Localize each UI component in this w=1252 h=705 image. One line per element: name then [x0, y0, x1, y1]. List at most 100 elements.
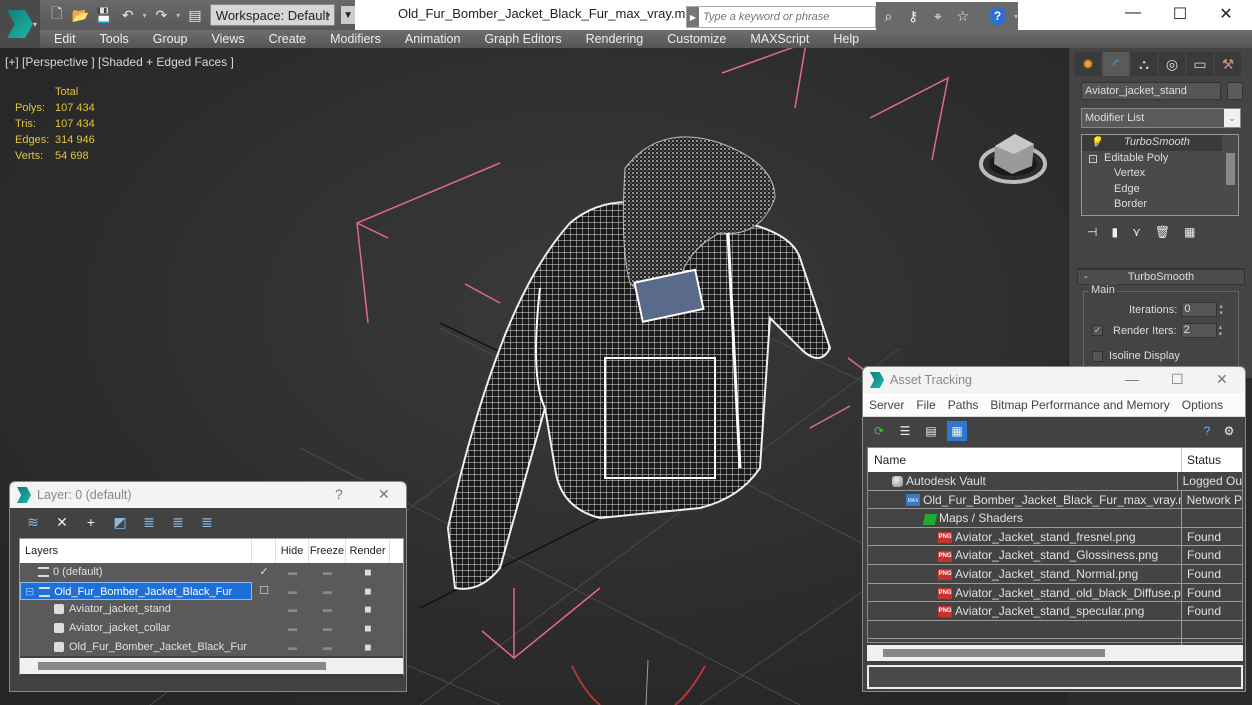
redo-icon[interactable]: ↷	[153, 6, 171, 24]
close-button[interactable]: ✕	[378, 486, 390, 503]
help-button[interactable]: ?	[335, 486, 343, 502]
maximize-button[interactable]: ☐	[1165, 4, 1195, 24]
motion-icon[interactable]: ◎	[1159, 52, 1185, 76]
menu-help[interactable]: Help	[821, 32, 871, 46]
utilities-icon[interactable]: ⚒	[1215, 52, 1241, 76]
create-layer-icon[interactable]: ≋	[24, 513, 42, 531]
minimize-button[interactable]: —	[1118, 4, 1148, 24]
delete-layer-icon[interactable]: ✕	[53, 513, 71, 531]
stack-subobject-vertex[interactable]: Vertex	[1082, 166, 1238, 182]
select-objects-icon[interactable]: ◩	[111, 513, 129, 531]
help-icon[interactable]: ?	[1197, 421, 1217, 441]
select-layer-icon[interactable]: ≣	[140, 513, 158, 531]
search-expand-icon[interactable]: ▶	[687, 7, 699, 27]
menu-customize[interactable]: Customize	[655, 32, 738, 46]
configure-modifier-sets-icon[interactable]: ▦	[1184, 225, 1195, 239]
current-layer-check[interactable]: ☐	[252, 582, 276, 601]
hierarchy-icon[interactable]: ⛬	[1131, 52, 1157, 76]
render-toggle[interactable]: ◼	[346, 600, 390, 619]
menu-views[interactable]: Views	[199, 32, 256, 46]
collapse-icon[interactable]: -	[1089, 154, 1097, 163]
render-toggle[interactable]: ◼	[346, 619, 390, 638]
help-dropdown-icon[interactable]: ▾	[1014, 12, 1018, 21]
create-icon[interactable]: ✹	[1075, 52, 1101, 76]
menu-maxscript[interactable]: MAXScript	[738, 32, 821, 46]
menu-paths[interactable]: Paths	[942, 398, 985, 412]
menu-options[interactable]: Options	[1176, 398, 1229, 412]
menu-modifiers[interactable]: Modifiers	[318, 32, 393, 46]
close-button[interactable]: ✕	[1216, 371, 1228, 388]
customize-toolbar-button[interactable]: ▼	[341, 6, 355, 24]
search-box[interactable]: ▶	[686, 6, 876, 28]
satellite-icon[interactable]: ⌖	[930, 8, 947, 25]
freeze-toggle[interactable]: ▬	[309, 563, 346, 582]
undo-icon[interactable]: ↶	[119, 6, 137, 24]
menu-server[interactable]: Server	[863, 398, 910, 412]
minimize-button[interactable]: —	[1125, 371, 1139, 387]
menu-rendering[interactable]: Rendering	[574, 32, 656, 46]
menu-graph-editors[interactable]: Graph Editors	[472, 32, 573, 46]
stack-subobject-border[interactable]: Border	[1082, 197, 1238, 213]
freeze-toggle[interactable]: ▬	[309, 600, 346, 619]
star-icon[interactable]: ☆	[954, 8, 971, 25]
save-icon[interactable]: 💾	[95, 6, 113, 24]
hide-toggle[interactable]: ▬	[276, 563, 309, 582]
render-iters-spinner[interactable]: 2	[1180, 323, 1217, 338]
menu-animation[interactable]: Animation	[393, 32, 473, 46]
pin-stack-icon[interactable]: ⊣	[1087, 225, 1097, 239]
path-field[interactable]	[867, 665, 1243, 689]
layer-properties-icon[interactable]: ≣	[198, 513, 216, 531]
render-toggle[interactable]: ◼	[346, 582, 390, 601]
render-iters-checkbox[interactable]: ✓	[1092, 325, 1103, 336]
menu-group[interactable]: Group	[141, 32, 200, 46]
asset-row[interactable]: PNG Aviator_Jacket_stand_Glossiness.png F…	[868, 546, 1242, 565]
add-to-layer-icon[interactable]: +	[82, 513, 100, 531]
object-row[interactable]: Old_Fur_Bomber_Jacket_Black_Fur ▬ ▬ ◼	[20, 637, 403, 657]
asset-row[interactable]: PNG Aviator_Jacket_stand_old_black_Diffus…	[868, 583, 1242, 603]
display-icon[interactable]: ▭	[1187, 52, 1213, 76]
asset-row[interactable]: PNG Aviator_Jacket_stand_fresnel.png Foun…	[868, 527, 1242, 547]
isoline-display-checkbox[interactable]	[1092, 350, 1103, 362]
dialog-title-bar[interactable]: Layer: 0 (default) ? ✕	[10, 482, 406, 508]
object-name-field[interactable]: Aviator_jacket_stand	[1081, 82, 1221, 100]
modify-icon[interactable]: ◜	[1103, 52, 1129, 76]
menu-tools[interactable]: Tools	[88, 32, 141, 46]
key-icon[interactable]: ⚷	[905, 8, 922, 25]
object-color-swatch[interactable]	[1227, 82, 1243, 100]
stack-scrollbar[interactable]	[1226, 153, 1235, 185]
maximize-button[interactable]: ☐	[1171, 371, 1184, 388]
set-current-layer-icon[interactable]: ≣	[169, 513, 187, 531]
freeze-toggle[interactable]: ▬	[309, 582, 346, 601]
menu-create[interactable]: Create	[257, 32, 319, 46]
iterations-spinner[interactable]: 0	[1181, 302, 1218, 317]
column-status[interactable]: Status	[1182, 448, 1221, 472]
scrollbar-thumb[interactable]	[883, 649, 1105, 657]
menu-edit[interactable]: Edit	[40, 32, 88, 46]
column-freeze[interactable]: Freeze	[309, 539, 346, 563]
object-row[interactable]: Aviator_jacket_stand ▬ ▬ ◼	[20, 600, 403, 620]
list-view-icon[interactable]: ☰	[895, 421, 915, 441]
spinner-arrows-icon[interactable]: ▴ ▾	[1219, 324, 1227, 338]
hide-toggle[interactable]: ▬	[276, 582, 309, 601]
asset-row[interactable]: MAX Old_Fur_Bomber_Jacket_Black_Fur_max_v…	[868, 490, 1242, 510]
spinner-arrows-icon[interactable]: ▴ ▾	[1219, 303, 1227, 317]
stack-subobject-edge[interactable]: Edge	[1082, 182, 1238, 198]
layer-row[interactable]: ⊟ Old_Fur_Bomber_Jacket_Black_Fur ☐ ▬ ▬ ◼	[20, 581, 403, 601]
column-layers[interactable]: Layers	[20, 539, 252, 563]
asset-row[interactable]: PNG Aviator_Jacket_stand_Normal.png Found	[868, 564, 1242, 584]
asset-row[interactable]: Maps / Shaders	[868, 509, 1242, 528]
column-name[interactable]: Name	[868, 448, 1182, 472]
hide-toggle[interactable]: ▬	[276, 619, 309, 638]
horizontal-scrollbar[interactable]	[20, 658, 403, 674]
undo-dropdown-icon[interactable]: ▾	[143, 11, 147, 20]
hide-toggle[interactable]: ▬	[276, 600, 309, 619]
horizontal-scrollbar[interactable]	[867, 645, 1243, 661]
freeze-toggle[interactable]: ▬	[309, 638, 346, 657]
show-end-result-icon[interactable]: ▮	[1111, 225, 1118, 239]
menu-bitmap-performance[interactable]: Bitmap Performance and Memory	[984, 398, 1175, 412]
open-folder-icon[interactable]: 📂	[72, 6, 90, 24]
new-file-icon[interactable]: 🗋	[48, 5, 66, 24]
freeze-toggle[interactable]: ▬	[309, 619, 346, 638]
render-toggle[interactable]: ◼	[346, 563, 390, 582]
close-button[interactable]: ✕	[1211, 4, 1241, 24]
